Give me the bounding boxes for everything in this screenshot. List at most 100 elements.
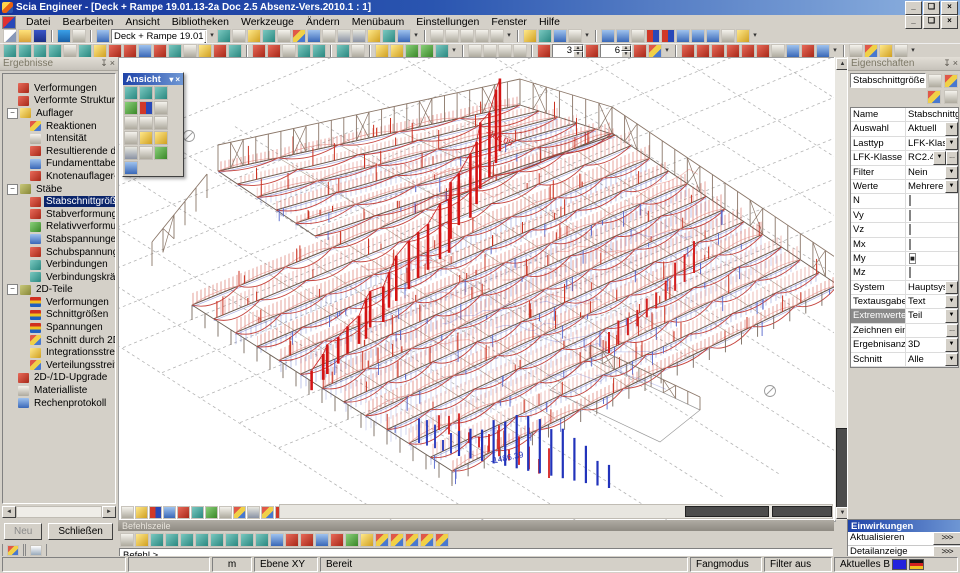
view-preset-icon[interactable] [661,29,675,43]
layer-filter-icon[interactable] [405,44,419,58]
tree-collapse-icon[interactable]: − [7,184,18,195]
zoom-window-icon[interactable] [139,116,153,130]
circle-tool-icon[interactable] [475,29,489,43]
arc-snap-icon[interactable] [255,533,269,547]
connect-icon[interactable] [228,44,242,58]
tree-item[interactable]: Verformungen [3,82,115,95]
nearest-snap-icon[interactable] [240,533,254,547]
view-preset-icon[interactable] [676,29,690,43]
named-selection-icon[interactable] [435,44,449,58]
tree-item[interactable]: Intensität [3,132,115,145]
boundary-condition-icon[interactable] [213,44,227,58]
deselect-icon[interactable] [390,533,404,547]
cursor-snap-icon[interactable] [120,533,134,547]
view-preset-icon[interactable] [631,29,645,43]
layers-icon[interactable] [262,29,276,43]
pin-icon[interactable]: ↧ [100,58,108,69]
property-checkbox[interactable] [909,210,911,221]
view-preset-icon[interactable] [646,29,660,43]
doc-minimize-button[interactable]: _ [905,15,922,29]
flag-icon[interactable] [270,533,284,547]
status-unit[interactable]: m [212,557,252,572]
project-combo[interactable]: Deck + Rampe 19.01▼ [111,29,207,44]
filter-selection-icon[interactable] [420,533,434,547]
center-snap-icon[interactable] [225,533,239,547]
viewport-vertical-scrollbar[interactable]: ▲ ▼ [834,57,848,520]
new-document-icon[interactable] [3,29,17,43]
chevron-down-icon[interactable]: ▾ [169,75,173,84]
chevron-down-icon[interactable]: ▾ [208,30,216,42]
filter-edit-icon[interactable] [944,74,958,88]
zoom-tool-icon[interactable] [538,29,552,43]
tree-item[interactable]: −Auflager [3,107,115,120]
menu-item-einstellungen[interactable]: Einstellungen [410,15,485,29]
cross-section-icon[interactable] [168,44,182,58]
print-preview-icon[interactable] [352,29,366,43]
status-snap-mode[interactable]: Fangmodus [690,557,762,572]
combination-icon[interactable] [801,44,815,58]
intersection-snap-icon[interactable] [180,533,194,547]
doc-close-button[interactable]: × [941,15,958,29]
line-load-icon[interactable] [696,44,710,58]
property-value[interactable]: Aktuell [906,122,945,135]
increase-scale-icon[interactable] [633,44,647,58]
solid-view-icon[interactable] [513,44,527,58]
send-to-icon[interactable] [944,90,958,104]
rib-icon[interactable] [78,44,92,58]
restore-button[interactable]: ❏ [923,1,940,15]
free-point-load-icon[interactable] [756,44,770,58]
chain-icon[interactable] [351,44,365,58]
zoom-selection-icon[interactable] [124,131,138,145]
point-load-icon[interactable] [681,44,695,58]
distance-icon[interactable] [315,533,329,547]
tree-collapse-icon[interactable]: − [7,108,18,119]
tree-item[interactable]: Schnitt durch 2D-Teil [3,334,115,347]
chevron-down-icon[interactable]: ▼ [945,309,958,322]
chevron-down-icon[interactable]: ▾ [663,45,671,57]
clipboard-icon[interactable] [232,29,246,43]
property-value[interactable]: Nein [906,166,945,179]
chevron-down-icon[interactable]: ▼ [933,151,946,164]
tree-item[interactable]: −2D-Teile [3,284,115,297]
tree-item[interactable]: Resultierende der Reaktione [3,145,115,158]
close-icon[interactable]: × [175,75,180,84]
measure-icon[interactable] [285,533,299,547]
midpoint-snap-icon[interactable] [150,533,164,547]
hidden-line-view-icon[interactable] [498,44,512,58]
camera-icon[interactable] [135,506,148,519]
pin-icon[interactable]: ↧ [943,58,951,69]
view-preset-icon[interactable] [616,29,630,43]
library-icon[interactable] [367,29,381,43]
chevron-down-icon[interactable]: ▼ [945,180,958,193]
chevron-down-icon[interactable]: ▼ [204,30,207,43]
status-plane[interactable]: Ebene XY [254,557,318,572]
property-value[interactable]: Alle [906,353,945,366]
status-filter[interactable]: Filter aus [764,557,832,572]
tree-item[interactable]: Schnittgrößen [3,309,115,322]
tree-item[interactable]: Verformungen [3,296,115,309]
rectangle-tool-icon[interactable] [460,29,474,43]
zoom-in-icon[interactable] [154,101,168,115]
tree-item[interactable]: Stabschnittgrößen [3,195,115,208]
doc-restore-button[interactable]: ❏ [923,15,940,29]
close-icon[interactable]: × [110,58,115,69]
plan-view-icon[interactable] [163,506,176,519]
view-settings-icon[interactable] [205,506,218,519]
menu-item-ansicht[interactable]: Ansicht [119,15,165,29]
project-manager-icon[interactable] [96,29,110,43]
select-icon[interactable] [252,44,266,58]
hinge-icon[interactable] [123,44,137,58]
chevron-down-icon[interactable]: ▾ [831,45,839,57]
mesh-icon[interactable] [138,44,152,58]
redo-icon[interactable] [72,29,86,43]
scale-icon[interactable] [345,533,359,547]
chevron-down-icon[interactable]: ▾ [505,30,513,42]
schliessen-button[interactable]: Schließen [48,523,112,540]
tree-item[interactable]: Verformte Struktur [3,95,115,108]
scroll-right-icon[interactable]: ► [102,506,116,518]
menu-item-ndern[interactable]: Ändern [300,15,346,29]
light-icon[interactable] [154,131,168,145]
open-project-icon[interactable] [18,29,32,43]
free-line-load-icon[interactable] [771,44,785,58]
filter-toggle-icon[interactable] [928,74,942,88]
